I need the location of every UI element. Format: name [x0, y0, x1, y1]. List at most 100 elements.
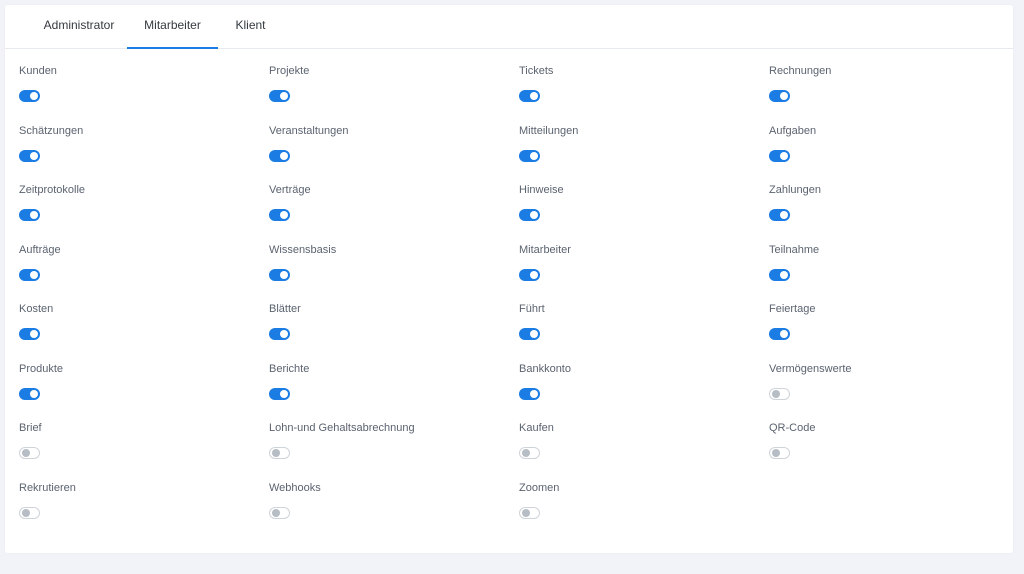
permission-item: Aufgaben: [769, 125, 1009, 175]
permission-toggle[interactable]: [269, 90, 290, 102]
permission-item: Lohn-und Gehaltsabrechnung: [269, 422, 509, 472]
permission-item: Wissensbasis: [269, 244, 509, 294]
permission-toggle[interactable]: [269, 328, 290, 340]
permission-toggle[interactable]: [769, 328, 790, 340]
permission-label: Führt: [519, 303, 545, 315]
permission-label: Tickets: [519, 65, 554, 77]
permission-label: Brief: [19, 422, 42, 434]
permission-label: Bankkonto: [519, 362, 571, 375]
permission-toggle[interactable]: [19, 387, 40, 400]
tab-administrator[interactable]: Administrator: [27, 5, 131, 49]
permission-label: Kunden: [19, 65, 57, 77]
toggle-knob: [522, 508, 530, 517]
permission-item: Hinweise: [519, 184, 759, 234]
toggle-knob: [780, 92, 788, 100]
permission-item: Produkte: [19, 363, 259, 413]
permission-item: Rekrutieren: [19, 482, 259, 532]
permission-label: Berichte: [269, 362, 310, 375]
permission-toggle[interactable]: [19, 209, 40, 221]
toggle-knob: [780, 270, 788, 279]
permission-toggle[interactable]: [269, 447, 290, 459]
permission-label: Feiertage: [769, 303, 816, 315]
permission-label: Teilnahme: [769, 243, 820, 256]
permission-label: Schätzungen: [19, 124, 84, 137]
permission-toggle[interactable]: [769, 90, 790, 102]
toggle-knob: [30, 330, 38, 338]
toggle-knob: [530, 151, 538, 160]
permission-toggle[interactable]: [19, 447, 40, 459]
permission-item: Kaufen: [519, 422, 759, 472]
permission-toggle[interactable]: [519, 268, 540, 281]
permission-toggle[interactable]: [769, 209, 790, 221]
permission-label: Lohn-und Gehaltsabrechnung: [269, 422, 415, 434]
permission-item: Blätter: [269, 303, 509, 353]
permission-toggle[interactable]: [769, 447, 790, 459]
permission-label: Webhooks: [269, 481, 321, 494]
permission-toggle[interactable]: [769, 387, 790, 400]
permission-label: Rekrutieren: [19, 481, 76, 494]
toggle-knob: [280, 330, 288, 338]
permission-label: Zeitprotokolle: [19, 184, 86, 196]
permission-item: Zoomen: [519, 482, 759, 532]
permission-toggle[interactable]: [519, 447, 540, 459]
permission-toggle[interactable]: [269, 268, 290, 281]
permission-toggle[interactable]: [519, 328, 540, 340]
toggle-knob: [280, 389, 288, 398]
permission-toggle[interactable]: [519, 209, 540, 221]
permission-item: Mitarbeiter: [519, 244, 759, 294]
tab-mitarbeiter[interactable]: Mitarbeiter: [127, 5, 218, 49]
toggle-knob: [522, 449, 530, 457]
permission-label: Veranstaltungen: [269, 124, 349, 137]
permission-toggle[interactable]: [269, 387, 290, 400]
permission-toggle[interactable]: [519, 506, 540, 519]
toggle-knob: [280, 270, 288, 279]
permission-item: Rechnungen: [769, 65, 1009, 115]
permission-label: Zoomen: [519, 481, 560, 494]
permission-item: Zeitprotokolle: [19, 184, 259, 234]
permission-item: Tickets: [519, 65, 759, 115]
toggle-knob: [530, 92, 538, 100]
permission-toggle[interactable]: [519, 387, 540, 400]
permission-label: Kaufen: [519, 422, 554, 434]
permission-label: Wissensbasis: [269, 243, 337, 256]
toggle-knob: [530, 211, 538, 219]
permission-toggle[interactable]: [19, 506, 40, 519]
tab-klient[interactable]: Klient: [218, 5, 283, 49]
toggle-knob: [780, 211, 788, 219]
permission-toggle[interactable]: [269, 149, 290, 162]
permission-item: Projekte: [269, 65, 509, 115]
toggle-knob: [530, 389, 538, 398]
permission-toggle[interactable]: [19, 268, 40, 281]
permission-toggle[interactable]: [19, 90, 40, 102]
permission-toggle[interactable]: [519, 90, 540, 102]
toggle-knob: [772, 389, 780, 398]
permission-item: Veranstaltungen: [269, 125, 509, 175]
permission-item: Teilnahme: [769, 244, 1009, 294]
permission-label: Aufgaben: [769, 124, 817, 137]
toggle-knob: [272, 508, 280, 517]
toggle-knob: [30, 270, 38, 279]
permission-toggle[interactable]: [769, 268, 790, 281]
permission-label: Mitteilungen: [519, 124, 579, 137]
role-tabs: Administrator Mitarbeiter Klient: [5, 5, 1013, 49]
permission-toggle[interactable]: [769, 149, 790, 162]
permission-item: Mitteilungen: [519, 125, 759, 175]
permission-item: Verträge: [269, 184, 509, 234]
permission-toggle[interactable]: [19, 149, 40, 162]
permission-label: Vermögenswerte: [769, 362, 852, 375]
permission-label: Projekte: [269, 65, 310, 77]
permission-label: QR-Code: [769, 422, 816, 434]
permission-item: Schätzungen: [19, 125, 259, 175]
permission-toggle[interactable]: [519, 149, 540, 162]
toggle-knob: [30, 151, 38, 160]
permission-label: Zahlungen: [769, 184, 821, 196]
permission-label: Blätter: [269, 303, 301, 315]
permission-toggle[interactable]: [19, 328, 40, 340]
toggle-knob: [780, 151, 788, 160]
permission-label: Kosten: [19, 303, 54, 315]
toggle-knob: [30, 389, 38, 398]
permission-toggle[interactable]: [269, 209, 290, 221]
permission-item: Feiertage: [769, 303, 1009, 353]
permission-label: Verträge: [269, 184, 311, 196]
permission-toggle[interactable]: [269, 506, 290, 519]
